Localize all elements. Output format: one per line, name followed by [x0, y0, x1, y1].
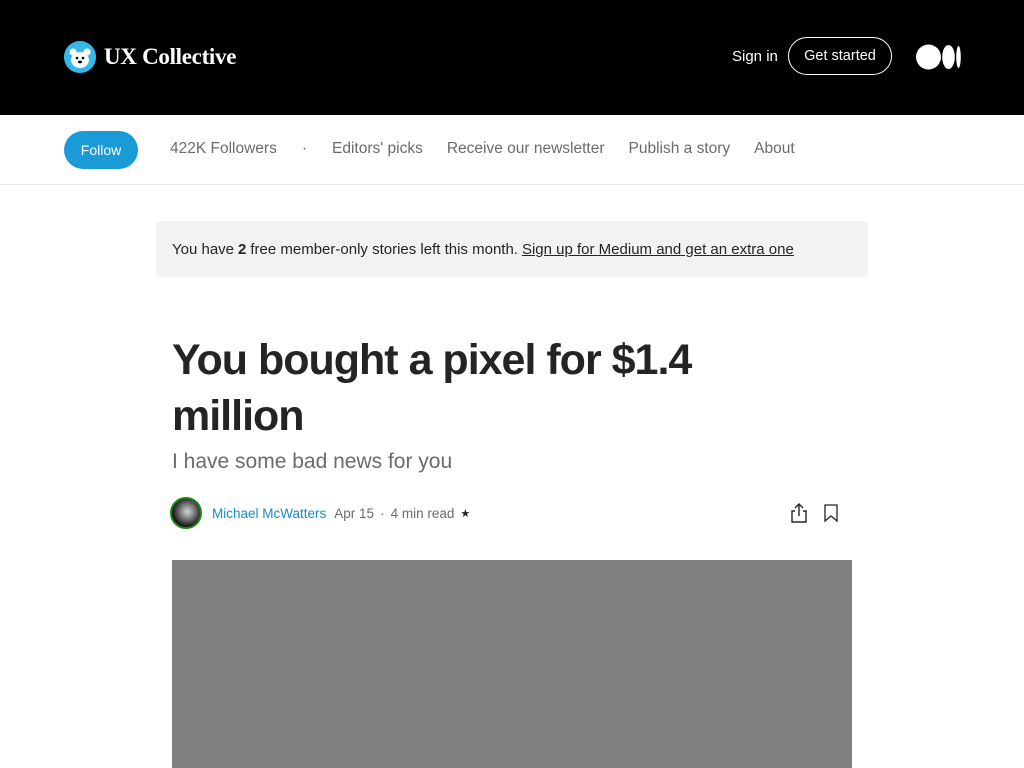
brand-link[interactable]: UX Collective: [64, 41, 236, 73]
nav-editors-picks[interactable]: Editors' picks: [332, 140, 423, 158]
ux-collective-logo-icon: [64, 41, 96, 73]
share-icon[interactable]: [789, 502, 809, 524]
publication-bar: Follow 422K Followers · Editors' picks R…: [0, 115, 1024, 185]
member-star-icon: ★: [460, 507, 471, 520]
brand-name: UX Collective: [104, 44, 237, 69]
bookmark-icon[interactable]: [822, 503, 840, 523]
banner-prefix: You have: [172, 240, 235, 258]
read-time: 4 min read: [390, 505, 455, 521]
nav-publish-story[interactable]: Publish a story: [629, 140, 731, 158]
signup-link[interactable]: Sign up for Medium and get an extra one: [522, 241, 794, 258]
follow-button[interactable]: Follow: [64, 131, 138, 169]
publication-links: 422K Followers · Editors' picks Receive …: [170, 140, 795, 158]
sign-in-link[interactable]: Sign in: [732, 48, 778, 65]
avatar[interactable]: [170, 497, 202, 529]
meta-separator: ·: [380, 505, 385, 521]
article-title: You bought a pixel for $1.4 million: [172, 336, 692, 440]
publish-date: Apr 15: [334, 505, 375, 521]
nav-newsletter[interactable]: Receive our newsletter: [447, 140, 605, 158]
article-meta: Apr 15 · 4 min read: [334, 506, 454, 521]
nav-about[interactable]: About: [754, 140, 795, 158]
member-stories-banner: You have 2 free member-only stories left…: [156, 221, 868, 277]
get-started-button[interactable]: Get started: [788, 37, 892, 75]
banner-count: 2: [238, 240, 247, 258]
article-subtitle: I have some bad news for you: [172, 450, 453, 473]
separator-dot: ·: [301, 140, 307, 157]
article-hero-image: [172, 560, 852, 768]
top-header: UX Collective Sign in Get started: [0, 0, 1024, 115]
author-name[interactable]: Michael McWatters: [212, 506, 326, 521]
followers-count[interactable]: 422K Followers: [170, 140, 277, 158]
author-row: Michael McWatters Apr 15 · 4 min read ★: [170, 496, 850, 530]
medium-logo-icon[interactable]: [916, 44, 962, 70]
banner-suffix: free member-only stories left this month…: [250, 240, 518, 258]
